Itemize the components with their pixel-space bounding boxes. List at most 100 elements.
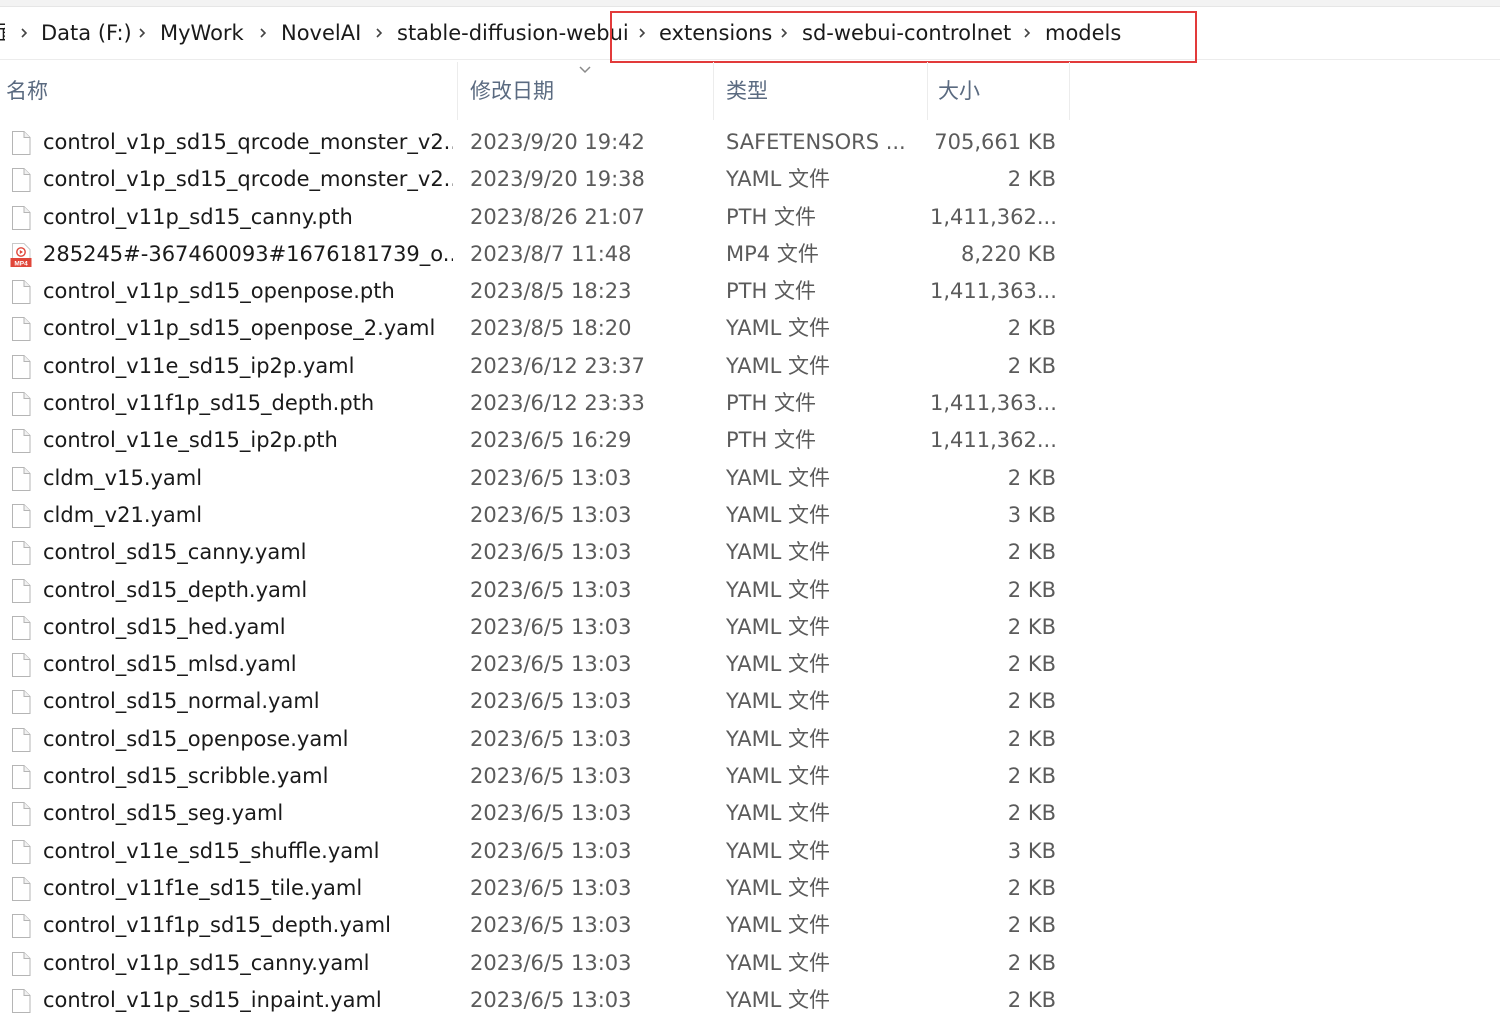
file-row[interactable]: control_v1p_sd15_qrcode_monster_v2... 202… bbox=[0, 161, 1070, 198]
chevron-down-icon bbox=[579, 66, 591, 74]
file-date: 2023/6/5 13:03 bbox=[470, 689, 632, 714]
file-name: control_v11p_sd15_openpose_2.yaml bbox=[43, 316, 436, 341]
file-type: YAML 文件 bbox=[726, 614, 831, 639]
file-row[interactable]: control_sd15_normal.yaml 2023/6/5 13:03 YA… bbox=[0, 683, 1070, 720]
file-row[interactable]: control_v11f1e_sd15_tile.yaml 2023/6/5 13… bbox=[0, 870, 1070, 907]
file-date: 2023/9/20 19:42 bbox=[470, 130, 645, 154]
file-date: 2023/6/5 13:03 bbox=[470, 540, 632, 565]
file-size: 2 KB bbox=[1007, 913, 1056, 938]
blank-file-icon bbox=[12, 839, 31, 864]
file-type: SAFETENSORS ... bbox=[726, 130, 906, 154]
file-row[interactable]: cldm_v15.yaml 2023/6/5 13:03 YAML 文件 2 KB bbox=[0, 460, 1070, 497]
file-type: PTH 文件 bbox=[726, 428, 816, 453]
file-date: 2023/6/5 13:03 bbox=[470, 801, 632, 826]
blank-file-icon bbox=[12, 765, 31, 790]
file-size: 3 KB bbox=[1007, 838, 1056, 863]
file-row[interactable]: control_sd15_canny.yaml 2023/6/5 13:03 YAM… bbox=[0, 534, 1070, 571]
file-row[interactable]: control_v11p_sd15_canny.yaml 2023/6/5 13:… bbox=[0, 945, 1070, 982]
file-size: 2 KB bbox=[1007, 316, 1056, 341]
file-row[interactable]: control_v11e_sd15_shuffle.yaml 2023/6/5 1… bbox=[0, 833, 1070, 870]
breadcrumb-item-mywork[interactable]: MyWork bbox=[160, 18, 244, 48]
file-row[interactable]: control_sd15_mlsd.yaml 2023/6/5 13:03 YAML… bbox=[0, 646, 1070, 683]
file-type: YAML 文件 bbox=[726, 353, 831, 378]
blank-file-icon bbox=[12, 541, 31, 566]
file-type: PTH 文件 bbox=[726, 279, 816, 304]
blank-file-icon bbox=[12, 429, 31, 454]
file-date: 2023/9/20 19:38 bbox=[470, 167, 645, 192]
blank-file-icon bbox=[12, 988, 31, 1013]
file-size: 2 KB bbox=[1007, 764, 1056, 789]
file-row[interactable]: control_v11p_sd15_openpose.pth 2023/8/5 1… bbox=[0, 273, 1070, 310]
file-row[interactable]: cldm_v21.yaml 2023/6/5 13:03 YAML 文件 3 KB bbox=[0, 497, 1070, 534]
file-name: control_v11e_sd15_ip2p.pth bbox=[43, 428, 338, 453]
column-header-type[interactable]: 类型 bbox=[720, 62, 928, 120]
file-row[interactable]: control_v11e_sd15_ip2p.yaml 2023/6/12 23:… bbox=[0, 348, 1070, 385]
file-date: 2023/6/5 13:03 bbox=[470, 875, 632, 900]
file-row[interactable]: control_sd15_scribble.yaml 2023/6/5 13:03… bbox=[0, 758, 1070, 795]
file-size: 2 KB bbox=[1007, 950, 1056, 975]
file-row[interactable]: control_v11f1p_sd15_depth.yaml 2023/6/5 1… bbox=[0, 907, 1070, 944]
file-name: control_sd15_normal.yaml bbox=[43, 689, 320, 714]
file-name: control_sd15_scribble.yaml bbox=[43, 764, 329, 789]
file-size: 2 KB bbox=[1007, 689, 1056, 714]
breadcrumb-item-stable-diffusion-webui[interactable]: stable-diffusion-webui bbox=[397, 18, 629, 48]
blank-file-icon bbox=[12, 727, 31, 752]
file-type: YAML 文件 bbox=[726, 502, 831, 527]
file-type: YAML 文件 bbox=[726, 652, 831, 677]
file-size: 1,411,362... bbox=[930, 204, 1057, 229]
blank-file-icon bbox=[12, 317, 31, 342]
file-name: cldm_v15.yaml bbox=[43, 465, 203, 490]
file-type: YAML 文件 bbox=[726, 577, 831, 602]
file-name: control_sd15_openpose.yaml bbox=[43, 726, 349, 751]
file-row[interactable]: control_v11p_sd15_openpose_2.yaml 2023/8/… bbox=[0, 310, 1070, 347]
file-date: 2023/6/5 13:03 bbox=[470, 987, 632, 1012]
file-row[interactable]: control_sd15_seg.yaml 2023/6/5 13:03 YAML … bbox=[0, 795, 1070, 832]
mp4-file-icon: MP4 bbox=[10, 242, 32, 267]
file-row[interactable]: control_v11p_sd15_canny.pth 2023/8/26 21:… bbox=[0, 199, 1070, 236]
file-name: control_v11p_sd15_openpose.pth bbox=[43, 279, 395, 304]
file-size: 2 KB bbox=[1007, 167, 1056, 192]
window-top-edge bbox=[0, 0, 1500, 7]
file-type: PTH 文件 bbox=[726, 204, 816, 229]
file-row[interactable]: control_v11p_sd15_inpaint.yaml 2023/6/5 1… bbox=[0, 982, 1070, 1019]
file-type: YAML 文件 bbox=[726, 950, 831, 975]
blank-file-icon bbox=[12, 466, 31, 491]
file-row[interactable]: control_v11f1p_sd15_depth.pth 2023/6/12 2… bbox=[0, 385, 1070, 422]
file-name: 285245#-367460093#1676181739_o... bbox=[43, 241, 453, 266]
file-name: control_v11p_sd15_canny.yaml bbox=[43, 950, 370, 975]
file-date: 2023/6/5 13:03 bbox=[470, 652, 632, 677]
file-row[interactable]: control_sd15_depth.yaml 2023/6/5 13:03 YAM… bbox=[0, 572, 1070, 609]
file-name: control_sd15_mlsd.yaml bbox=[43, 652, 297, 677]
file-row[interactable]: control_v1p_sd15_qrcode_monster_v2... 202… bbox=[0, 124, 1070, 161]
breadcrumb-item-data-drive[interactable]: Data (F:) bbox=[41, 18, 132, 48]
file-type: YAML 文件 bbox=[726, 689, 831, 714]
blank-file-icon bbox=[12, 876, 31, 901]
chevron-right-icon[interactable] bbox=[373, 27, 385, 39]
chevron-right-icon[interactable] bbox=[257, 27, 269, 39]
file-type: YAML 文件 bbox=[726, 167, 831, 192]
file-row[interactable]: control_sd15_openpose.yaml 2023/6/5 13:03… bbox=[0, 721, 1070, 758]
file-size: 1,411,362... bbox=[930, 428, 1057, 453]
file-date: 2023/6/5 13:03 bbox=[470, 614, 632, 639]
file-type: YAML 文件 bbox=[726, 726, 831, 751]
blank-file-icon bbox=[12, 354, 31, 379]
file-size: 1,411,363... bbox=[930, 391, 1057, 416]
file-type: YAML 文件 bbox=[726, 465, 831, 490]
breadcrumb-item-novelai[interactable]: NovelAI bbox=[281, 18, 361, 48]
file-date: 2023/8/5 18:20 bbox=[470, 316, 632, 341]
file-row[interactable]: control_sd15_hed.yaml 2023/6/5 13:03 YAML … bbox=[0, 609, 1070, 646]
file-date: 2023/6/5 13:03 bbox=[470, 726, 632, 751]
file-size: 2 KB bbox=[1007, 540, 1056, 565]
file-type: YAML 文件 bbox=[726, 913, 831, 938]
chevron-right-icon[interactable] bbox=[18, 27, 30, 39]
breadcrumb-item-partial[interactable]: 面 bbox=[0, 18, 5, 48]
chevron-right-icon[interactable] bbox=[136, 27, 148, 39]
file-name: control_sd15_depth.yaml bbox=[43, 577, 308, 602]
file-date: 2023/8/7 11:48 bbox=[470, 241, 632, 266]
column-header-size[interactable]: 大小 bbox=[932, 62, 1070, 120]
column-header-name[interactable]: 名称 bbox=[0, 62, 458, 120]
file-row[interactable]: control_v11e_sd15_ip2p.pth 2023/6/5 16:29… bbox=[0, 422, 1070, 459]
file-date: 2023/6/12 23:33 bbox=[470, 391, 645, 416]
file-name: cldm_v21.yaml bbox=[43, 502, 203, 527]
file-row[interactable]: MP4 285245#-367460093#1676181739_o... 2023… bbox=[0, 236, 1070, 273]
